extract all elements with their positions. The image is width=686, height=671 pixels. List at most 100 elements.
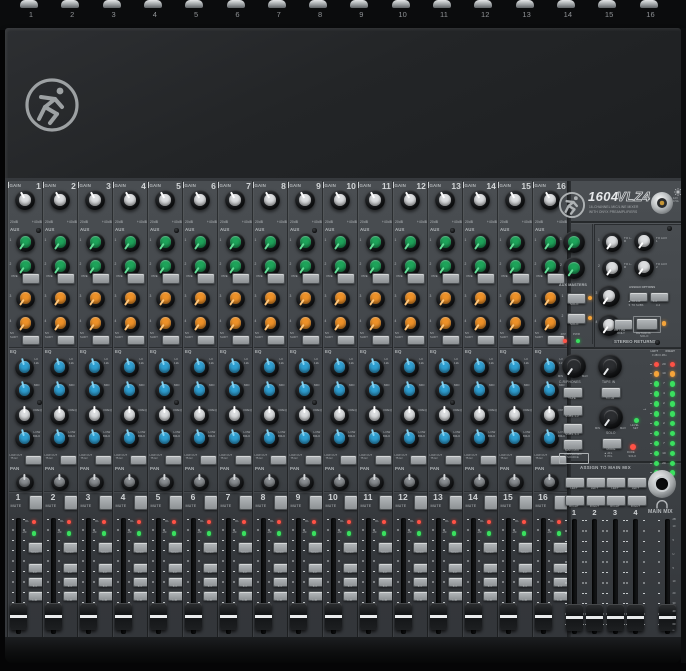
returns-solo-button[interactable] bbox=[636, 318, 658, 330]
eq-mid-knob[interactable] bbox=[295, 381, 314, 400]
eq-freq-knob[interactable] bbox=[260, 406, 279, 425]
gain-knob[interactable] bbox=[155, 190, 175, 210]
eq-freq-knob[interactable] bbox=[470, 406, 489, 425]
aux3-knob[interactable] bbox=[261, 289, 280, 308]
eq-freq-knob[interactable] bbox=[295, 406, 314, 425]
pre-button[interactable] bbox=[477, 273, 495, 284]
gain-knob[interactable] bbox=[225, 190, 245, 210]
pre-button[interactable] bbox=[337, 273, 355, 284]
aux-shift-button[interactable] bbox=[442, 335, 460, 346]
pre-button[interactable] bbox=[57, 273, 75, 284]
eq-hi-knob[interactable] bbox=[365, 358, 384, 377]
gain-knob[interactable] bbox=[50, 190, 70, 210]
return-3-knob[interactable] bbox=[598, 285, 620, 307]
pan-knob[interactable] bbox=[226, 473, 244, 491]
gain-knob[interactable] bbox=[85, 190, 105, 210]
pre-button[interactable] bbox=[197, 273, 215, 284]
pan-knob[interactable] bbox=[366, 473, 384, 491]
pre-button[interactable] bbox=[302, 273, 320, 284]
eq-low-knob[interactable] bbox=[400, 429, 419, 448]
pan-knob[interactable] bbox=[121, 473, 139, 491]
aux4-knob[interactable] bbox=[331, 314, 350, 333]
pre-button[interactable] bbox=[442, 273, 460, 284]
eq-low-knob[interactable] bbox=[295, 429, 314, 448]
channel-fader[interactable] bbox=[115, 603, 132, 630]
eq-freq-knob[interactable] bbox=[50, 406, 69, 425]
eq-mid-knob[interactable] bbox=[470, 381, 489, 400]
pre-button[interactable] bbox=[92, 273, 110, 284]
aux-shift-button[interactable] bbox=[162, 335, 180, 346]
lowcut-button[interactable] bbox=[235, 455, 253, 466]
eq-mid-knob[interactable] bbox=[435, 381, 454, 400]
eq-hi-knob[interactable] bbox=[155, 358, 174, 377]
eq-mid-knob[interactable] bbox=[85, 381, 104, 400]
gain-knob[interactable] bbox=[435, 190, 455, 210]
aux4-knob[interactable] bbox=[401, 314, 420, 333]
aux-shift-button[interactable] bbox=[477, 335, 495, 346]
tape-in-knob[interactable] bbox=[598, 354, 622, 378]
aux4-knob[interactable] bbox=[261, 314, 280, 333]
eq-low-knob[interactable] bbox=[505, 429, 524, 448]
aux-shift-button[interactable] bbox=[407, 335, 425, 346]
solo-level-knob[interactable] bbox=[599, 405, 623, 429]
eq-mid-knob[interactable] bbox=[400, 381, 419, 400]
lowcut-button[interactable] bbox=[445, 455, 463, 466]
gain-knob[interactable] bbox=[470, 190, 490, 210]
mute-button[interactable] bbox=[169, 495, 184, 511]
pan-knob[interactable] bbox=[541, 473, 559, 491]
sub-fader[interactable] bbox=[607, 604, 624, 631]
eq-mid-knob[interactable] bbox=[190, 381, 209, 400]
eq-mid-knob[interactable] bbox=[540, 381, 559, 400]
eq-mid-knob[interactable] bbox=[330, 381, 349, 400]
pre-button[interactable] bbox=[267, 273, 285, 284]
mute-button[interactable] bbox=[519, 495, 534, 511]
aux1-knob[interactable] bbox=[86, 233, 105, 252]
gain-knob[interactable] bbox=[540, 190, 560, 210]
aux3-knob[interactable] bbox=[506, 289, 525, 308]
lowcut-button[interactable] bbox=[25, 455, 43, 466]
lowcut-button[interactable] bbox=[95, 455, 113, 466]
mute-button[interactable] bbox=[484, 495, 499, 511]
gain-knob[interactable] bbox=[505, 190, 525, 210]
aux1-knob[interactable] bbox=[51, 233, 70, 252]
pan-knob[interactable] bbox=[506, 473, 524, 491]
pan-knob[interactable] bbox=[261, 473, 279, 491]
pre-button[interactable] bbox=[407, 273, 425, 284]
aux-shift-button[interactable] bbox=[92, 335, 110, 346]
eq-hi-knob[interactable] bbox=[435, 358, 454, 377]
aux-shift-button[interactable] bbox=[22, 335, 40, 346]
eq-low-knob[interactable] bbox=[365, 429, 384, 448]
pre-button[interactable] bbox=[162, 273, 180, 284]
gain-knob[interactable] bbox=[295, 190, 315, 210]
sub-fader[interactable] bbox=[586, 604, 603, 631]
eq-freq-knob[interactable] bbox=[330, 406, 349, 425]
channel-fader[interactable] bbox=[395, 603, 412, 630]
pre-button[interactable] bbox=[232, 273, 250, 284]
channel-fader[interactable] bbox=[80, 603, 97, 630]
aux-shift-button[interactable] bbox=[302, 335, 320, 346]
pan-knob[interactable] bbox=[191, 473, 209, 491]
return-to-aux1-knob[interactable] bbox=[634, 231, 654, 251]
aux-shift-button[interactable] bbox=[232, 335, 250, 346]
return-1-knob[interactable] bbox=[602, 232, 622, 252]
aux1-knob[interactable] bbox=[366, 233, 385, 252]
aux4-knob[interactable] bbox=[226, 314, 245, 333]
eq-mid-knob[interactable] bbox=[120, 381, 139, 400]
channel-fader[interactable] bbox=[430, 603, 447, 630]
channel-fader[interactable] bbox=[500, 603, 517, 630]
aux1-knob[interactable] bbox=[261, 233, 280, 252]
aux-shift-button[interactable] bbox=[372, 335, 390, 346]
aux3-knob[interactable] bbox=[86, 289, 105, 308]
aux4-knob[interactable] bbox=[16, 314, 35, 333]
mute-button[interactable] bbox=[414, 495, 429, 511]
return-2-knob[interactable] bbox=[602, 258, 622, 278]
aux-shift-button[interactable] bbox=[337, 335, 355, 346]
aux4-knob[interactable] bbox=[86, 314, 105, 333]
gain-knob[interactable] bbox=[330, 190, 350, 210]
lowcut-button[interactable] bbox=[270, 455, 288, 466]
pan-knob[interactable] bbox=[296, 473, 314, 491]
aux1-knob[interactable] bbox=[541, 233, 560, 252]
eq-low-knob[interactable] bbox=[85, 429, 104, 448]
eq-mid-knob[interactable] bbox=[15, 381, 34, 400]
eq-hi-knob[interactable] bbox=[260, 358, 279, 377]
